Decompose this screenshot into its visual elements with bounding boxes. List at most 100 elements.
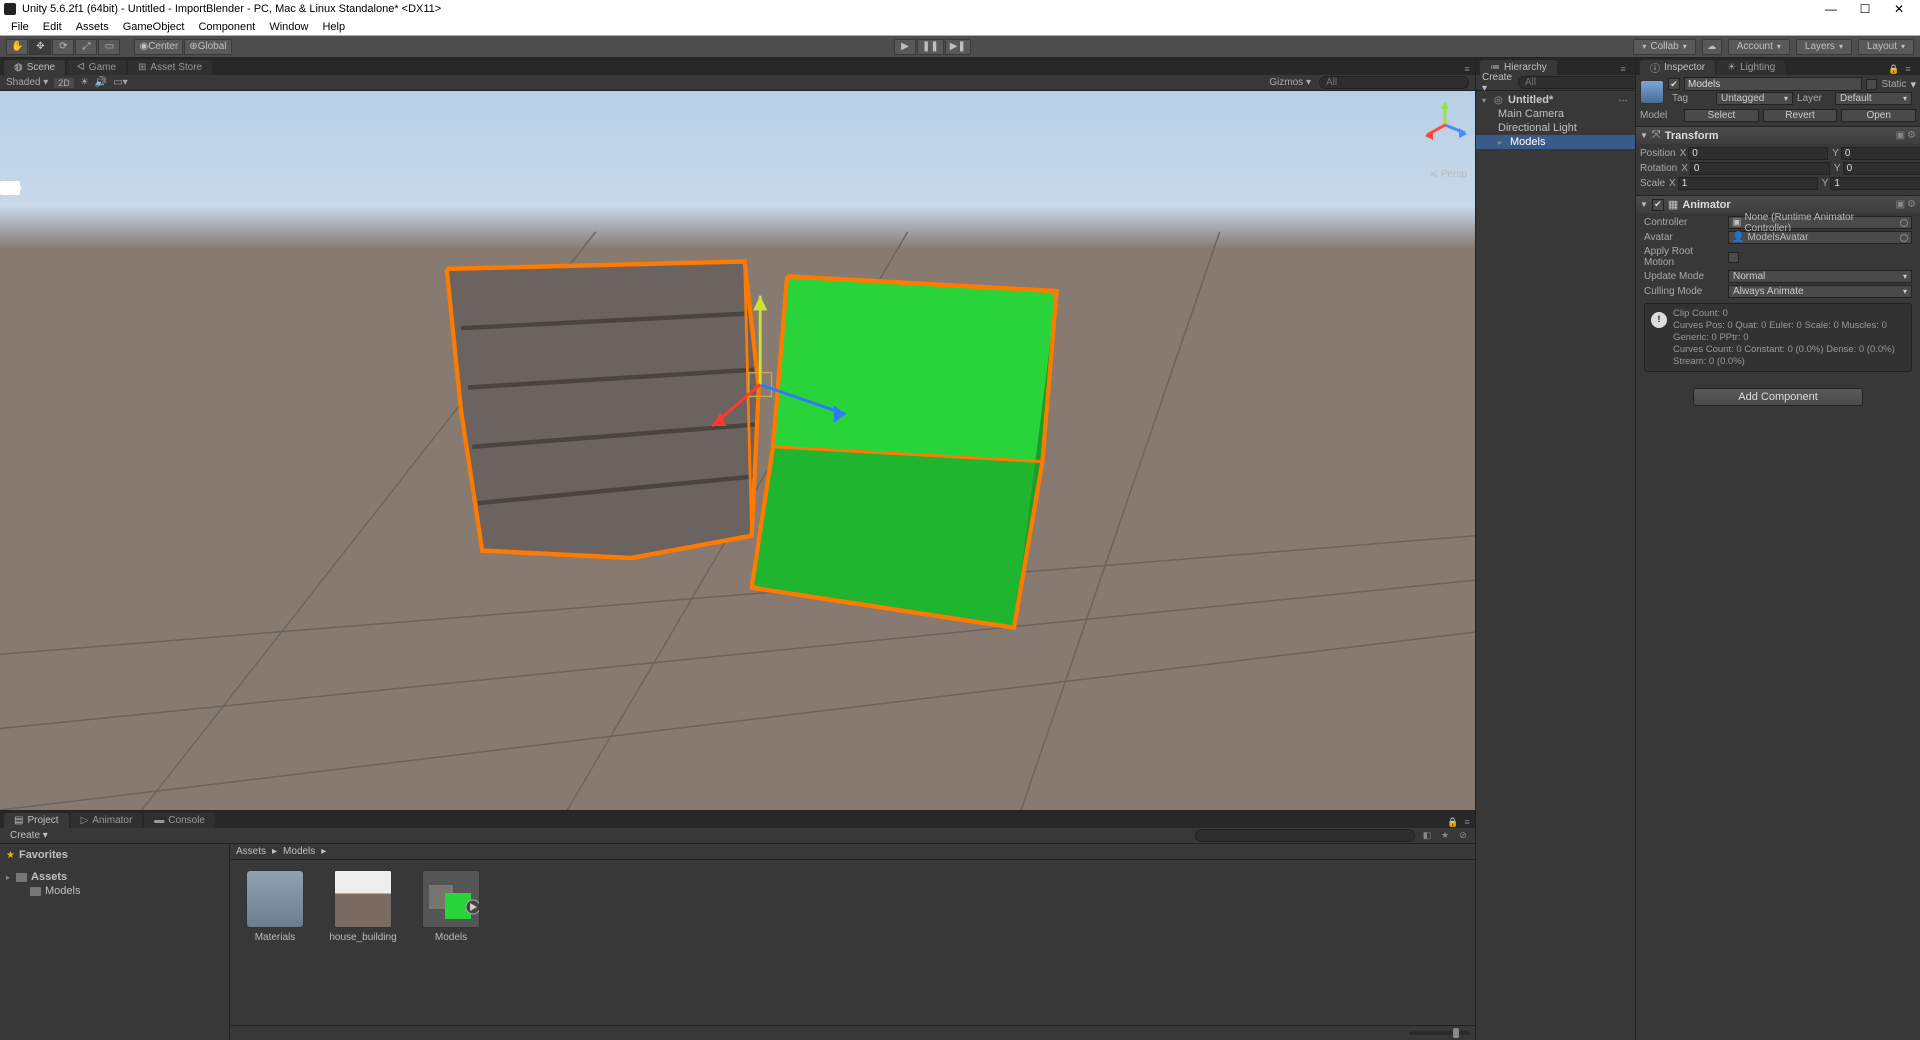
gameobject-name-input[interactable] <box>1684 77 1862 91</box>
position-x-input[interactable] <box>1688 147 1828 160</box>
tab-lighting[interactable]: ☀Lighting <box>1717 60 1785 75</box>
gear-icon[interactable]: ⚙ <box>1907 130 1916 141</box>
tab-asset-store[interactable]: ⊞Asset Store <box>128 60 212 75</box>
menu-edit[interactable]: Edit <box>36 20 69 34</box>
thumbnail-size-slider[interactable] <box>1409 1031 1469 1035</box>
lower-tab-options-icon[interactable]: ≡ <box>1461 816 1473 828</box>
asset-materials-folder[interactable]: Materials <box>240 870 310 943</box>
layer-dropdown[interactable]: Default <box>1835 92 1912 105</box>
model-revert-button[interactable]: Revert <box>1763 109 1838 122</box>
favorites-header[interactable]: ★Favorites <box>0 848 229 862</box>
folder-models[interactable]: Models <box>0 884 229 898</box>
minimize-button[interactable]: — <box>1814 0 1848 18</box>
apply-root-motion-checkbox[interactable] <box>1728 252 1739 263</box>
rect-tool-button[interactable]: ▭ <box>98 39 120 55</box>
hierarchy-tree[interactable]: ▾◎ Untitled* ⋯ Main Camera Directional L… <box>1476 91 1635 1040</box>
tag-dropdown[interactable]: Untagged <box>1716 92 1793 105</box>
lower-tab-lock-icon[interactable]: 🔒 <box>1447 816 1459 828</box>
add-component-button[interactable]: Add Component <box>1693 388 1863 406</box>
culling-mode-dropdown[interactable]: Always Animate <box>1728 285 1912 298</box>
help-icon[interactable]: ▣ <box>1896 130 1905 141</box>
position-y-input[interactable] <box>1841 147 1920 160</box>
asset-grid[interactable]: Materials house_building <box>230 860 1475 1025</box>
shading-mode-dropdown[interactable]: Shaded ▾ <box>6 77 48 88</box>
menu-gameobject[interactable]: GameObject <box>116 20 192 34</box>
account-dropdown[interactable]: Account <box>1728 39 1790 55</box>
hierarchy-options-icon[interactable]: ≡ <box>1617 63 1629 75</box>
rotation-y-input[interactable] <box>1843 162 1920 175</box>
rotation-x-input[interactable] <box>1690 162 1830 175</box>
static-checkbox[interactable] <box>1866 79 1877 90</box>
fx-toggle-icon[interactable]: ▭▾ <box>113 77 127 88</box>
help-icon[interactable]: ▣ <box>1896 199 1905 210</box>
play-button[interactable]: ▶ <box>894 39 916 55</box>
maximize-button[interactable]: ☐ <box>1848 0 1882 18</box>
scene-context-icon[interactable]: ⋯ <box>1617 94 1629 106</box>
asset-models-prefab[interactable]: Models <box>416 870 486 943</box>
rotate-tool-button[interactable]: ⟳ <box>52 39 74 55</box>
tab-console[interactable]: ▬Console <box>144 813 215 828</box>
model-open-button[interactable]: Open <box>1841 109 1916 122</box>
gear-icon[interactable]: ⚙ <box>1907 199 1916 210</box>
project-search-input[interactable] <box>1195 829 1415 842</box>
save-search-icon[interactable]: ⊘ <box>1457 830 1469 842</box>
inspector-lock-icon[interactable]: 🔒 <box>1888 63 1900 75</box>
hierarchy-item-directional-light[interactable]: Directional Light <box>1476 121 1635 135</box>
breadcrumb-assets[interactable]: Assets <box>236 846 266 857</box>
animator-enabled-checkbox[interactable]: ✔ <box>1652 199 1664 211</box>
hierarchy-scene-row[interactable]: ▾◎ Untitled* ⋯ <box>1476 93 1635 107</box>
transform-header[interactable]: ▼⤧ Transform ▣⚙ <box>1636 127 1920 144</box>
tab-scene[interactable]: ◍Scene <box>4 60 65 75</box>
tab-project[interactable]: ▤Project <box>4 813 69 828</box>
scale-tool-button[interactable]: ⤢ <box>75 39 97 55</box>
tab-game[interactable]: ᐊGame <box>67 60 126 75</box>
project-tree[interactable]: ★Favorites Assets Models <box>0 844 230 1040</box>
hierarchy-item-main-camera[interactable]: Main Camera <box>1476 107 1635 121</box>
inspector-options-icon[interactable]: ≡ <box>1902 63 1914 75</box>
collab-dropdown[interactable]: Collab <box>1633 39 1695 55</box>
static-dropdown-icon[interactable]: ▾ <box>1910 78 1916 91</box>
animator-header[interactable]: ▼ ✔ ▦ Animator ▣⚙ <box>1636 196 1920 213</box>
controller-field[interactable]: ▣None (Runtime Animator Controller) <box>1728 216 1912 229</box>
audio-toggle-icon[interactable]: 🔊 <box>95 77 107 88</box>
filter-by-label-icon[interactable]: ★ <box>1439 830 1451 842</box>
menu-assets[interactable]: Assets <box>69 20 116 34</box>
hierarchy-item-models[interactable]: ▸Models <box>1476 135 1635 149</box>
move-tool-button[interactable]: ✥ <box>29 39 51 55</box>
assets-root[interactable]: Assets <box>0 870 229 884</box>
menu-component[interactable]: Component <box>191 20 262 34</box>
scale-y-input[interactable] <box>1830 177 1920 190</box>
pivot-mode-button[interactable]: ◉ Center <box>134 39 183 55</box>
gizmos-dropdown[interactable]: Gizmos ▾ <box>1269 77 1311 88</box>
gameobject-active-checkbox[interactable]: ✔ <box>1668 78 1680 90</box>
tab-options-icon[interactable]: ≡ <box>1461 63 1473 75</box>
menu-window[interactable]: Window <box>262 20 315 34</box>
scale-x-input[interactable] <box>1678 177 1818 190</box>
filter-by-type-icon[interactable]: ◧ <box>1421 830 1433 842</box>
object-picker-icon[interactable] <box>1900 219 1908 227</box>
cloud-icon[interactable]: ☁ <box>1702 39 1722 55</box>
tab-inspector[interactable]: ⓘInspector <box>1640 60 1715 75</box>
layout-dropdown[interactable]: Layout <box>1858 39 1914 55</box>
tab-animator[interactable]: ▷Animator <box>71 813 143 828</box>
scene-view[interactable]: ≼ Persp <box>0 91 1475 810</box>
scene-search-input[interactable] <box>1319 76 1469 89</box>
update-mode-dropdown[interactable]: Normal <box>1728 270 1912 283</box>
toggle-2d-button[interactable]: 2D <box>54 78 74 88</box>
step-button[interactable]: ▶❚ <box>945 39 971 55</box>
model-select-button[interactable]: Select <box>1684 109 1759 122</box>
object-picker-icon[interactable] <box>1900 234 1908 242</box>
asset-house-building[interactable]: house_building <box>328 870 398 943</box>
pause-button[interactable]: ❚❚ <box>917 39 944 55</box>
orientation-gizmo[interactable] <box>1419 99 1471 151</box>
close-window-button[interactable]: ✕ <box>1882 0 1916 18</box>
project-create-dropdown[interactable]: Create ▾ <box>6 830 52 841</box>
lighting-toggle-icon[interactable]: ☀ <box>80 77 89 88</box>
menu-file[interactable]: File <box>4 20 36 34</box>
breadcrumb-models[interactable]: Models <box>283 846 315 857</box>
handle-rotation-button[interactable]: ⊕ Global <box>184 39 231 55</box>
hand-tool-button[interactable]: ✋ <box>6 39 28 55</box>
layers-dropdown[interactable]: Layers <box>1796 39 1852 55</box>
avatar-field[interactable]: 👤ModelsAvatar <box>1728 231 1912 244</box>
menu-help[interactable]: Help <box>315 20 352 34</box>
